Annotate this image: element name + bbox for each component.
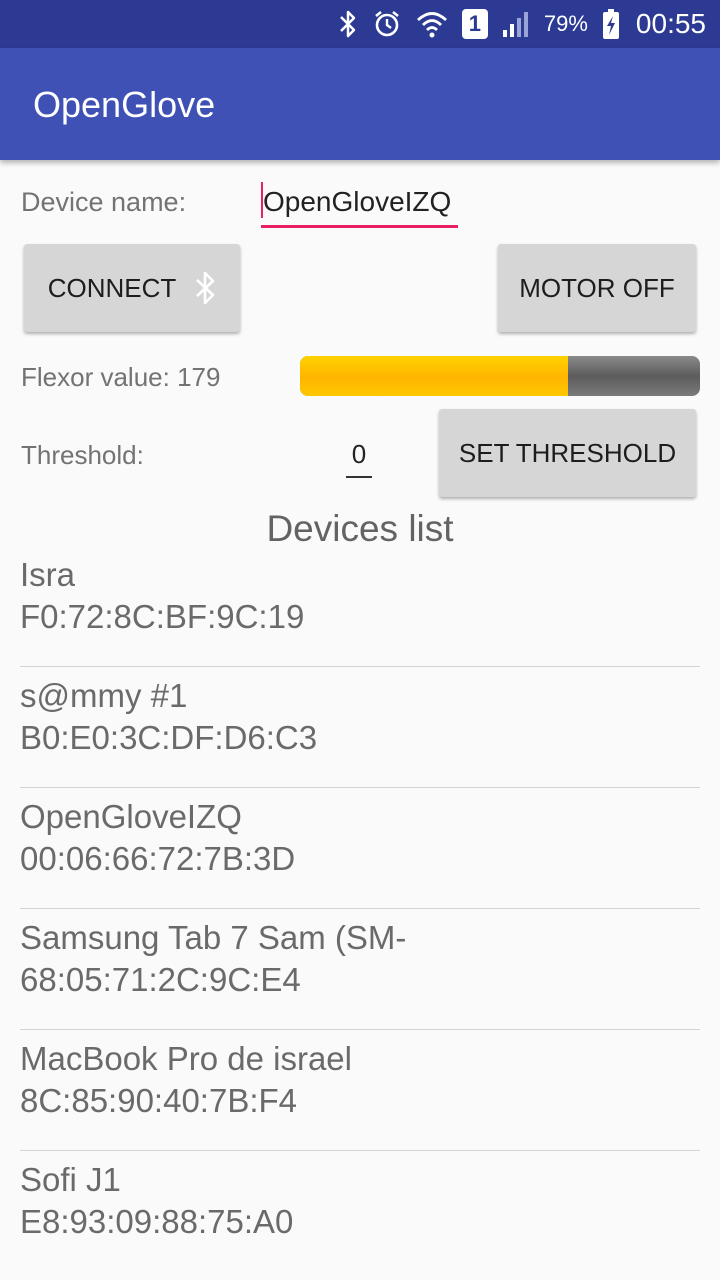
device-address: 00:06:66:72:7B:3D [20, 840, 296, 877]
app-bar: OpenGlove [0, 48, 720, 160]
bluetooth-icon [338, 0, 358, 48]
device-name: Isra [20, 556, 76, 593]
connect-button[interactable]: CONNECT [24, 244, 240, 332]
threshold-input[interactable]: 0 [346, 434, 372, 478]
battery-percent: 79% [543, 11, 588, 36]
device-name: Sofi J1 [20, 1161, 121, 1198]
list-item[interactable]: MacBook Pro de israel 8C:85:90:40:7B:F4 [20, 1030, 700, 1151]
list-item[interactable]: Sofi J1 E8:93:09:88:75:A0 [20, 1151, 700, 1272]
flexor-progress-fill [300, 356, 568, 396]
set-threshold-button-label: SET THRESHOLD [458, 437, 677, 468]
wifi-icon [416, 0, 448, 48]
device-name: Samsung Tab 7 Sam (SM- [20, 919, 407, 956]
device-address: F0:72:8C:BF:9C:19 [20, 598, 305, 635]
bluetooth-icon [194, 270, 216, 306]
app-title: OpenGlove [33, 84, 216, 125]
device-address: 68:05:71:2C:9C:E4 [20, 961, 301, 998]
list-item[interactable]: Samsung Tab 7 Sam (SM- 68:05:71:2C:9C:E4 [20, 909, 700, 1030]
flexor-value-label: Flexor value: 179 [21, 362, 221, 392]
battery-icon [602, 0, 620, 48]
device-address: B0:E0:3C:DF:D6:C3 [20, 719, 318, 756]
flexor-progress-bar [300, 356, 700, 396]
device-address: E8:93:09:88:75:A0 [20, 1203, 294, 1240]
device-name-label: Device name: [21, 187, 187, 217]
sim-icon: 1 [461, 0, 488, 48]
device-address: 8C:85:90:40:7B:F4 [20, 1082, 298, 1119]
device-name-input[interactable]: OpenGloveIZQ [261, 180, 458, 228]
connect-button-label: CONNECT [47, 272, 177, 303]
threshold-label: Threshold: [21, 440, 144, 470]
list-item[interactable]: Isra F0:72:8C:BF:9C:19 [20, 546, 700, 667]
clock: 00:55 [635, 8, 706, 39]
list-item[interactable]: OpenGloveIZQ 00:06:66:72:7B:3D [20, 788, 700, 909]
device-name: s@mmy #1 [20, 677, 188, 714]
motor-off-button[interactable]: MOTOR OFF [498, 244, 696, 332]
device-name: OpenGloveIZQ [20, 798, 242, 835]
device-name: MacBook Pro de israel [20, 1040, 352, 1077]
devices-list: Isra F0:72:8C:BF:9C:19 s@mmy #1 B0:E0:3C… [20, 546, 700, 1272]
signal-icon [502, 0, 530, 48]
devices-list-title: Devices list [266, 508, 454, 549]
list-item[interactable]: s@mmy #1 B0:E0:3C:DF:D6:C3 [20, 667, 700, 788]
alarm-icon [372, 0, 402, 48]
text-cursor [261, 182, 263, 218]
motor-off-button-label: MOTOR OFF [519, 272, 675, 303]
status-bar: 1 79% 00:55 [0, 0, 720, 48]
set-threshold-button[interactable]: SET THRESHOLD [439, 409, 696, 497]
